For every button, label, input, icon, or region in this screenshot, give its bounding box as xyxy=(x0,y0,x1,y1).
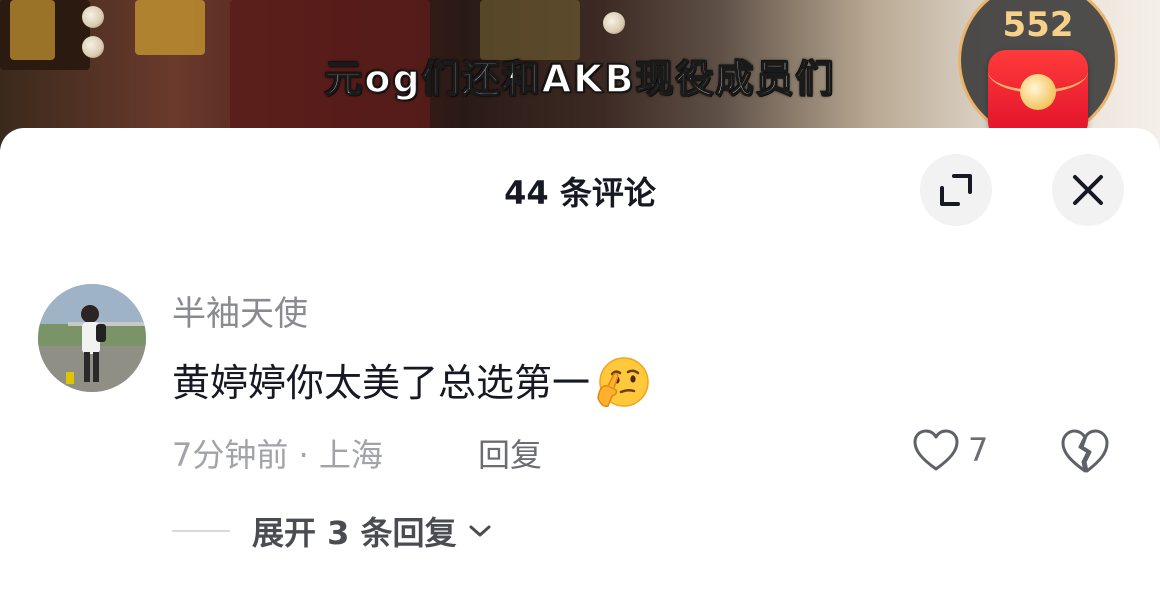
red-envelope-icon[interactable] xyxy=(988,50,1088,140)
thinking-face-emoji xyxy=(597,356,649,407)
broken-heart-icon xyxy=(1061,429,1109,473)
expand-icon xyxy=(940,174,972,206)
comment-body: 黄婷婷你太美了总选第一 xyxy=(172,352,650,414)
red-packet-count: 552 xyxy=(1002,5,1074,45)
close-icon xyxy=(1073,175,1103,205)
close-button[interactable] xyxy=(1052,154,1124,226)
expand-replies-label: 展开 3 条回复 xyxy=(252,514,457,552)
avatar[interactable] xyxy=(38,284,146,392)
expand-button[interactable] xyxy=(920,154,992,226)
reply-button[interactable]: 回复 xyxy=(478,430,542,476)
comment-meta: 7分钟前 · 上海 xyxy=(172,436,383,474)
comment-username[interactable]: 半袖天使 xyxy=(172,286,308,335)
expand-replies[interactable]: 展开 3 条回复 xyxy=(172,508,493,554)
like-count: 7 xyxy=(968,431,989,469)
expand-divider xyxy=(172,530,230,532)
chevron-down-icon xyxy=(469,525,491,537)
avatar-image xyxy=(38,284,146,392)
envelope-seal xyxy=(1020,74,1056,110)
heart-icon xyxy=(913,429,959,471)
dislike-button[interactable] xyxy=(1060,428,1110,478)
comment-text: 黄婷婷你太美了总选第一 xyxy=(172,361,591,405)
like-button[interactable]: 7 xyxy=(912,428,988,472)
